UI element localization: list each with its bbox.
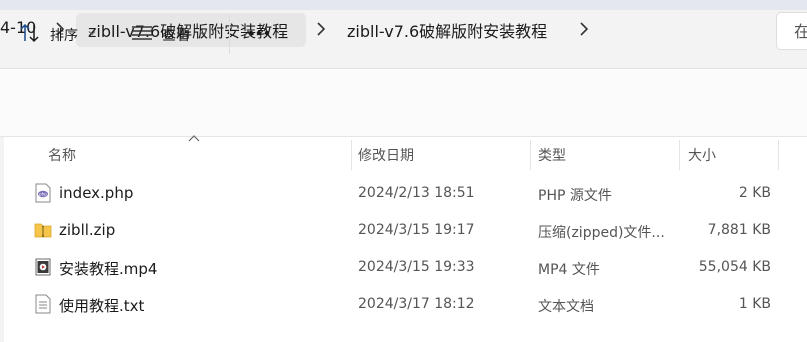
file-name[interactable]: zibll.zip [59,221,115,239]
file-date: 2024/3/15 19:33 [358,259,475,275]
file-name[interactable]: 安装教程.mp4 [59,258,157,279]
column-separator[interactable] [778,140,779,170]
file-date: 2024/3/17 18:12 [358,296,475,312]
file-date: 2024/3/15 19:17 [358,222,475,238]
chevron-right-icon[interactable] [574,19,594,39]
svg-text:php: php [39,192,47,197]
column-header-type[interactable]: 类型 [538,145,566,165]
column-header-size[interactable]: 大小 [688,145,716,165]
sort-ascending-caret-icon [188,135,200,142]
column-header-date[interactable]: 修改日期 [358,145,414,165]
file-name[interactable]: index.php [59,184,133,202]
zip-folder-icon [34,223,52,238]
column-separator[interactable] [351,140,352,170]
more-options-icon[interactable] [247,24,271,42]
sort-icon[interactable] [19,22,41,44]
file-type: 压缩(zipped)文件... [538,225,665,241]
file-type: PHP 源文件 [538,188,612,204]
column-separator[interactable] [530,140,531,170]
sort-button[interactable]: 排序 [50,25,78,45]
toolbar-divider [229,14,230,54]
file-size: 55,054 KB [698,259,771,275]
window-top-strip [0,0,807,10]
chevron-down-icon[interactable] [88,29,96,37]
file-type: 文本文档 [538,299,594,315]
file-date: 2024/2/13 18:51 [358,185,475,201]
chevron-right-icon[interactable] [311,19,331,39]
file-size: 2 KB [738,185,771,201]
navigation-pane-edge [0,137,4,342]
breadcrumb-item-current[interactable]: zibll-v7.6破解版附安装教程 [347,18,547,42]
column-separator[interactable] [679,140,680,170]
search-placeholder: 在 [794,22,807,41]
view-button[interactable]: 查看 [162,25,190,45]
php-file-icon: php [35,183,51,203]
file-type: MP4 文件 [538,262,600,278]
view-list-icon[interactable] [131,25,153,41]
file-size: 7,881 KB [707,222,771,238]
file-size: 1 KB [738,296,771,312]
chevron-down-icon[interactable] [199,29,207,37]
column-header-name[interactable]: 名称 [48,145,76,165]
text-file-icon [35,294,51,314]
command-toolbar [0,69,807,137]
video-file-icon [35,258,51,276]
file-name[interactable]: 使用教程.txt [59,295,144,316]
